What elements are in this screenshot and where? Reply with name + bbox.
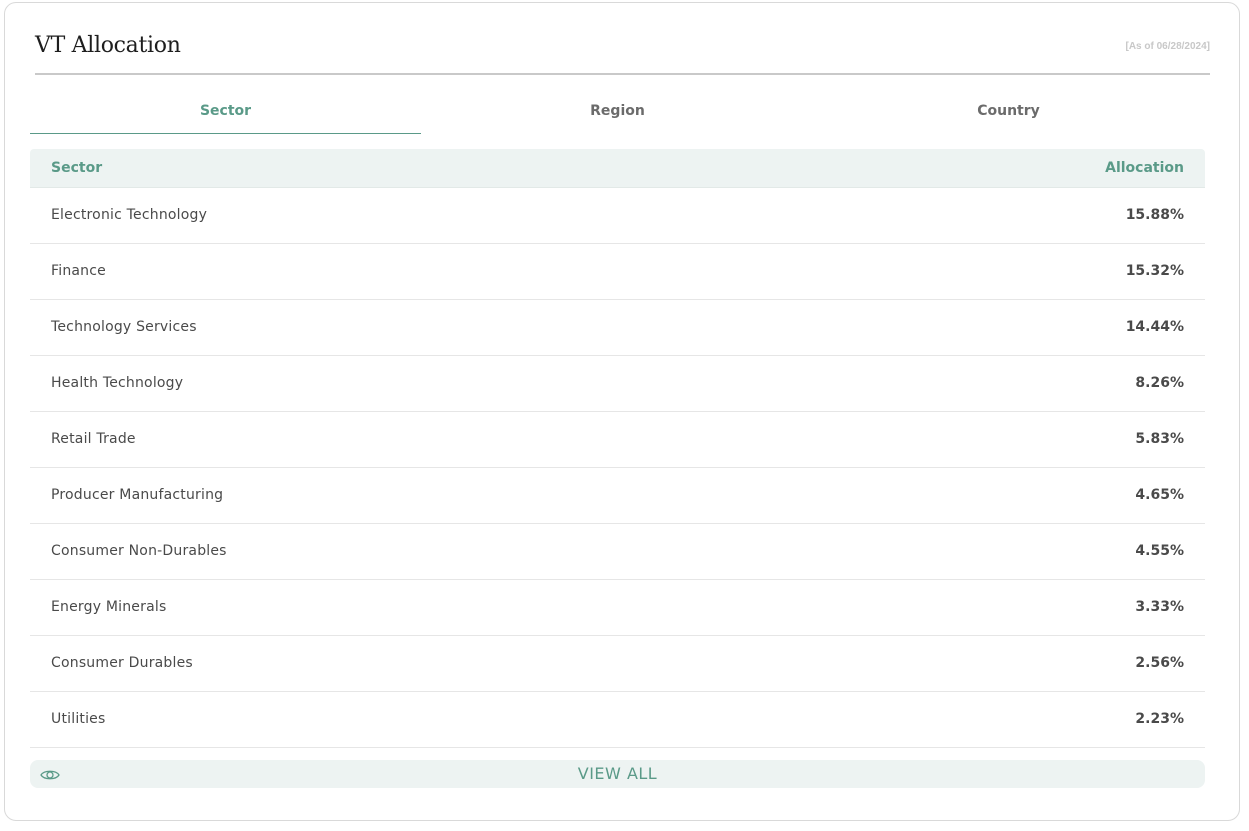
- allocation-value: 15.88%: [1125, 207, 1184, 223]
- sector-name: Technology Services: [51, 319, 197, 335]
- table-row: Technology Services 14.44%: [30, 300, 1205, 356]
- sector-name: Utilities: [51, 711, 106, 727]
- table-row: Retail Trade 5.83%: [30, 412, 1205, 468]
- card-header: VT Allocation [As of 06/28/2024]: [35, 31, 1210, 75]
- allocation-value: 15.32%: [1125, 263, 1184, 279]
- sector-name: Retail Trade: [51, 431, 136, 447]
- tab-sector[interactable]: Sector: [30, 90, 421, 134]
- table-row: Energy Minerals 3.33%: [30, 580, 1205, 636]
- sector-name: Electronic Technology: [51, 207, 208, 223]
- table-row: Finance 15.32%: [30, 244, 1205, 300]
- allocation-value: 3.33%: [1135, 599, 1184, 615]
- sector-name: Finance: [51, 263, 106, 279]
- as-of-date: [As of 06/28/2024]: [1125, 41, 1211, 52]
- sector-name: Producer Manufacturing: [51, 487, 224, 503]
- allocation-value: 2.56%: [1135, 655, 1184, 671]
- allocation-value: 5.83%: [1135, 431, 1184, 447]
- allocation-value: 14.44%: [1125, 319, 1184, 335]
- tab-region[interactable]: Region: [422, 90, 813, 134]
- allocation-tabs: Sector Region Country: [30, 90, 1205, 135]
- tab-country[interactable]: Country: [813, 90, 1204, 134]
- column-header-sector: Sector: [51, 160, 103, 176]
- view-all-button[interactable]: VIEW ALL: [30, 760, 1205, 788]
- table-row: Health Technology 8.26%: [30, 356, 1205, 412]
- table-row: Producer Manufacturing 4.65%: [30, 468, 1205, 524]
- page-title: VT Allocation: [35, 33, 181, 58]
- table-row: Electronic Technology 15.88%: [30, 188, 1205, 244]
- allocation-value: 8.26%: [1135, 375, 1184, 391]
- table-row: Utilities 2.23%: [30, 692, 1205, 748]
- allocation-value: 4.55%: [1135, 543, 1184, 559]
- table-header: Sector Allocation: [30, 149, 1205, 188]
- sector-name: Consumer Non-Durables: [51, 543, 227, 559]
- table-row: Consumer Durables 2.56%: [30, 636, 1205, 692]
- allocation-value: 4.65%: [1135, 487, 1184, 503]
- column-header-allocation: Allocation: [1105, 160, 1184, 176]
- sector-name: Consumer Durables: [51, 655, 193, 671]
- sector-name: Health Technology: [51, 375, 184, 391]
- allocation-table: Sector Allocation Electronic Technology …: [30, 149, 1205, 748]
- allocation-value: 2.23%: [1135, 711, 1184, 727]
- view-all-label: VIEW ALL: [577, 764, 658, 783]
- table-row: Consumer Non-Durables 4.55%: [30, 524, 1205, 580]
- sector-name: Energy Minerals: [51, 599, 167, 615]
